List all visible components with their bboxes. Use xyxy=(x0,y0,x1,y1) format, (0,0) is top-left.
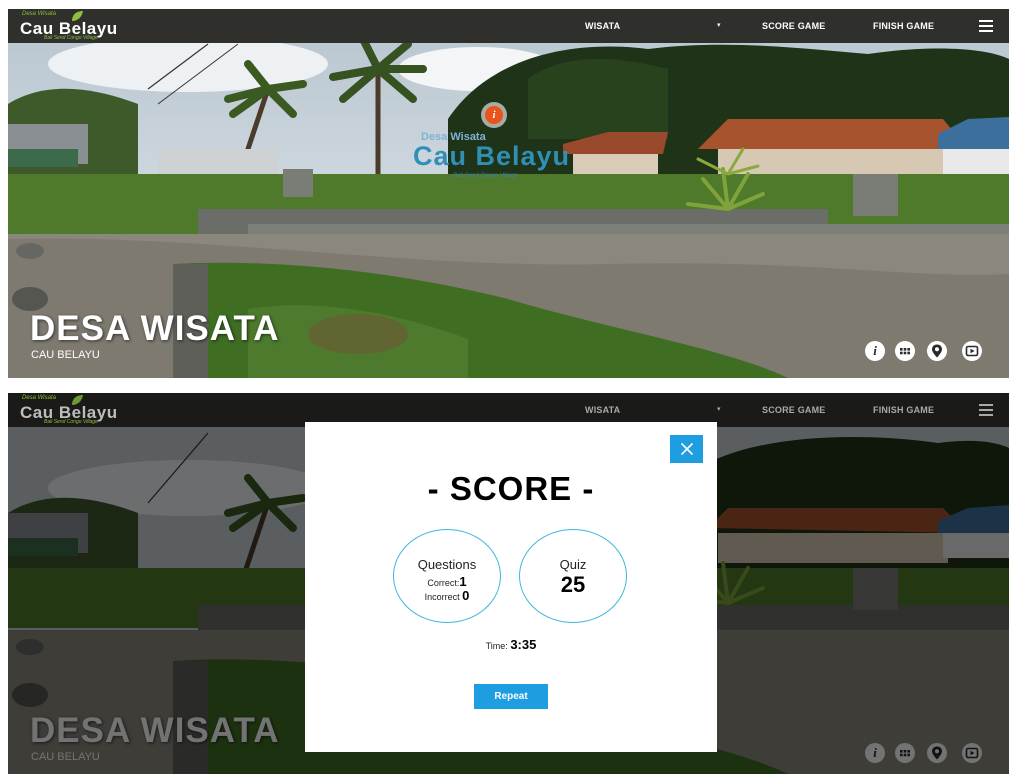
nav-finish-game[interactable]: FINISH GAME xyxy=(873,393,934,427)
scene-sign-name: Cau Belayu xyxy=(413,141,571,171)
video-button[interactable] xyxy=(962,341,982,361)
score-title: - SCORE - xyxy=(427,470,595,507)
grid-icon xyxy=(900,348,910,355)
info-icon: i xyxy=(485,106,503,124)
nav-wisata[interactable]: WISATA xyxy=(585,9,620,43)
nav-score-game[interactable]: SCORE GAME xyxy=(762,9,826,43)
close-button[interactable] xyxy=(670,435,703,463)
map-pin-icon xyxy=(932,344,942,358)
time-label: Time: xyxy=(485,641,508,651)
map-button[interactable] xyxy=(927,341,947,361)
close-icon xyxy=(680,442,693,456)
correct-label: Correct: xyxy=(427,578,460,588)
panorama-view[interactable]: Desa Wisata Cau Belayu Bali Send Congo V… xyxy=(8,9,1009,378)
logo-small-text: Desa Wisata xyxy=(22,395,56,401)
logo-small-text: Desa Wisata xyxy=(22,11,56,17)
top-navbar: Desa Wisata Cau Belayu Bali Send Congo V… xyxy=(8,9,1009,43)
scene-sign: Desa Wisata Cau Belayu Bali Send Congo V… xyxy=(413,129,603,189)
repeat-button[interactable]: Repeat xyxy=(474,684,548,709)
time-value: 3:35 xyxy=(510,637,537,652)
hero-title: DESA WISATA xyxy=(30,309,280,348)
chevron-down-icon[interactable]: ▾ xyxy=(717,393,721,427)
play-icon xyxy=(965,345,979,357)
info-icon: i xyxy=(873,343,877,358)
questions-circle: Questions Correct:1 Incorrect 0 xyxy=(393,529,501,623)
quiz-label: Quiz xyxy=(559,557,587,572)
hamburger-icon[interactable] xyxy=(979,404,993,416)
time-row: Time: 3:35 xyxy=(305,637,717,652)
questions-label: Questions xyxy=(417,557,477,572)
info-hotspot[interactable]: i xyxy=(481,102,507,128)
hamburger-icon[interactable] xyxy=(979,20,993,32)
nav-finish-game[interactable]: FINISH GAME xyxy=(873,9,934,43)
quiz-score: 25 xyxy=(560,572,586,597)
logo-tagline: Bali Send Congo Village xyxy=(44,35,98,41)
scene-sign-tagline: Bali Send Congo Village xyxy=(453,173,518,179)
correct-row: Correct:1 xyxy=(394,574,500,589)
logo[interactable]: Desa Wisata Cau Belayu Bali Send Congo V… xyxy=(20,395,120,425)
info-button[interactable]: i xyxy=(865,341,885,361)
logo-tagline: Bali Send Congo Village xyxy=(44,419,98,425)
logo[interactable]: Desa Wisata Cau Belayu Bali Send Congo V… xyxy=(20,11,120,41)
grid-button[interactable] xyxy=(895,341,915,361)
incorrect-row: Incorrect 0 xyxy=(394,588,500,603)
chevron-down-icon[interactable]: ▾ xyxy=(717,9,721,43)
score-modal: - SCORE - Questions Correct:1 Incorrect … xyxy=(305,422,717,752)
hero-subtitle: CAU BELAYU xyxy=(31,349,100,361)
correct-value: 1 xyxy=(459,574,467,589)
quiz-circle: Quiz 25 xyxy=(519,529,627,623)
incorrect-label: Incorrect xyxy=(424,592,460,602)
nav-score-game[interactable]: SCORE GAME xyxy=(762,393,826,427)
incorrect-value: 0 xyxy=(462,588,470,603)
score-screen: DESA WISATA CAU BELAYU i Desa Wisata Cau… xyxy=(8,393,1009,774)
